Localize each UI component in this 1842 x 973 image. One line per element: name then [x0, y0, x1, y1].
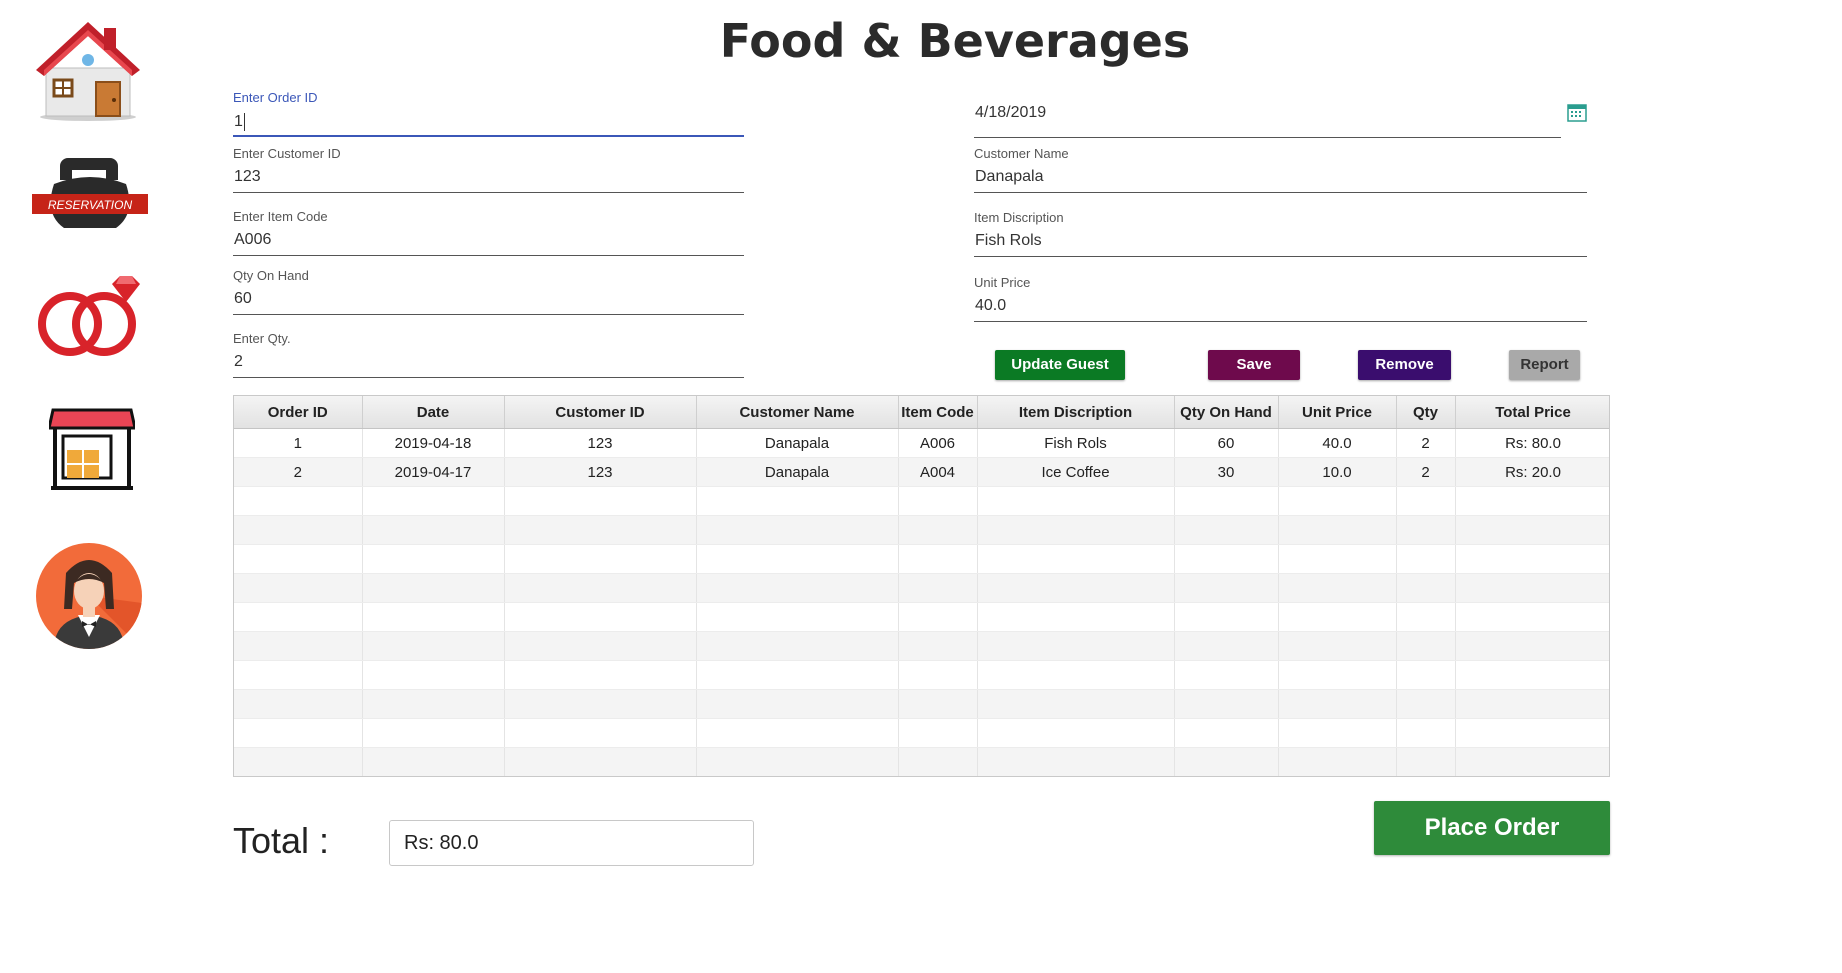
table-cell: Danapala [696, 428, 899, 458]
order-id-field[interactable]: Enter Order ID 1 [233, 90, 744, 137]
reservation-icon[interactable]: RESERVATION [32, 154, 148, 230]
order-id-input[interactable]: 1 [233, 106, 744, 137]
unit-price-label: Unit Price [974, 275, 1031, 290]
column-header[interactable]: Qty On Hand [1174, 396, 1279, 429]
wedding-rings-icon[interactable] [36, 268, 144, 364]
waiter-icon[interactable] [36, 543, 142, 649]
page-title: Food & Beverages [719, 14, 1191, 68]
customer-name-field[interactable]: Customer Name Danapala [974, 146, 1587, 193]
table-cell: 2019-04-18 [362, 428, 505, 458]
column-header[interactable]: Item Discription [977, 396, 1175, 429]
table-row[interactable]: 2 2019-04-17 123 Danapala A004 Ice Coffe… [234, 457, 1609, 487]
column-header[interactable]: Customer Name [696, 396, 899, 429]
table-cell: Rs: 20.0 [1455, 457, 1609, 487]
empty-table-row [234, 718, 1609, 748]
qty-field[interactable]: Enter Qty. 2 [233, 331, 744, 378]
table-header-row: Order ID Date Customer ID Customer Name … [234, 396, 1609, 429]
table-cell: 60 [1174, 428, 1279, 458]
table-cell: 2 [234, 457, 363, 487]
empty-table-row [234, 573, 1609, 603]
order-id-label: Enter Order ID [233, 90, 318, 105]
update-guest-button[interactable]: Update Guest [995, 350, 1125, 380]
table-cell: 10.0 [1278, 457, 1397, 487]
place-order-button[interactable]: Place Order [1374, 801, 1610, 855]
table-cell: 123 [504, 457, 697, 487]
table-cell: Danapala [696, 457, 899, 487]
total-label: Total : [233, 820, 330, 861]
customer-name-label: Customer Name [974, 146, 1069, 161]
empty-table-row [234, 486, 1609, 516]
qty-on-hand-field[interactable]: Qty On Hand 60 [233, 268, 744, 315]
table-row[interactable]: 1 2019-04-18 123 Danapala A006 Fish Rols… [234, 428, 1609, 458]
unit-price-field[interactable]: Unit Price 40.0 [974, 275, 1587, 322]
qty-on-hand-input[interactable]: 60 [233, 284, 744, 315]
date-picker-input[interactable]: 4/18/2019 [974, 98, 1561, 138]
store-icon[interactable] [47, 406, 137, 490]
empty-table-row [234, 515, 1609, 545]
item-description-field[interactable]: Item Discription Fish Rols [974, 210, 1587, 257]
item-description-input[interactable]: Fish Rols [974, 226, 1587, 257]
orders-table[interactable]: Order ID Date Customer ID Customer Name … [233, 395, 1610, 777]
table-cell: Fish Rols [977, 428, 1175, 458]
column-header[interactable]: Unit Price [1278, 396, 1397, 429]
customer-id-input[interactable]: 123 [233, 162, 744, 193]
table-cell: 1 [234, 428, 363, 458]
text-caret [243, 112, 245, 131]
empty-table-row [234, 602, 1609, 632]
item-code-label: Enter Item Code [233, 209, 328, 224]
column-header[interactable]: Total Price [1455, 396, 1609, 429]
qty-label: Enter Qty. [233, 331, 291, 346]
item-code-field[interactable]: Enter Item Code A006 [233, 209, 744, 256]
qty-input[interactable]: 2 [233, 347, 744, 378]
qty-on-hand-label: Qty On Hand [233, 268, 309, 283]
table-cell: Rs: 80.0 [1455, 428, 1609, 458]
column-header[interactable]: Date [362, 396, 505, 429]
table-cell: A006 [898, 428, 978, 458]
empty-table-row [234, 660, 1609, 690]
column-header[interactable]: Item Code [898, 396, 978, 429]
table-cell: Ice Coffee [977, 457, 1175, 487]
table-cell: 40.0 [1278, 428, 1397, 458]
table-cell: A004 [898, 457, 978, 487]
order-id-value: 1 [234, 113, 243, 130]
reservation-label: RESERVATION [48, 198, 133, 212]
empty-table-row [234, 689, 1609, 719]
table-cell: 2 [1396, 457, 1456, 487]
customer-id-field[interactable]: Enter Customer ID 123 [233, 146, 744, 193]
item-code-input[interactable]: A006 [233, 225, 744, 256]
customer-id-label: Enter Customer ID [233, 146, 341, 161]
empty-table-row [234, 747, 1609, 776]
column-header[interactable]: Order ID [234, 396, 363, 429]
column-header[interactable]: Qty [1396, 396, 1456, 429]
table-cell: 123 [504, 428, 697, 458]
empty-table-row [234, 631, 1609, 661]
table-cell: 30 [1174, 457, 1279, 487]
item-description-label: Item Discription [974, 210, 1064, 225]
column-header[interactable]: Customer ID [504, 396, 697, 429]
remove-button[interactable]: Remove [1358, 350, 1451, 380]
empty-table-row [234, 544, 1609, 574]
save-button[interactable]: Save [1208, 350, 1300, 380]
date-field[interactable]: 4/18/2019 [974, 98, 1561, 138]
report-button[interactable]: Report [1509, 350, 1580, 380]
table-cell: 2019-04-17 [362, 457, 505, 487]
calendar-icon[interactable] [1567, 102, 1587, 122]
customer-name-input[interactable]: Danapala [974, 162, 1587, 193]
unit-price-input[interactable]: 40.0 [974, 291, 1587, 322]
table-cell: 2 [1396, 428, 1456, 458]
total-field[interactable]: Rs: 80.0 [389, 820, 754, 866]
